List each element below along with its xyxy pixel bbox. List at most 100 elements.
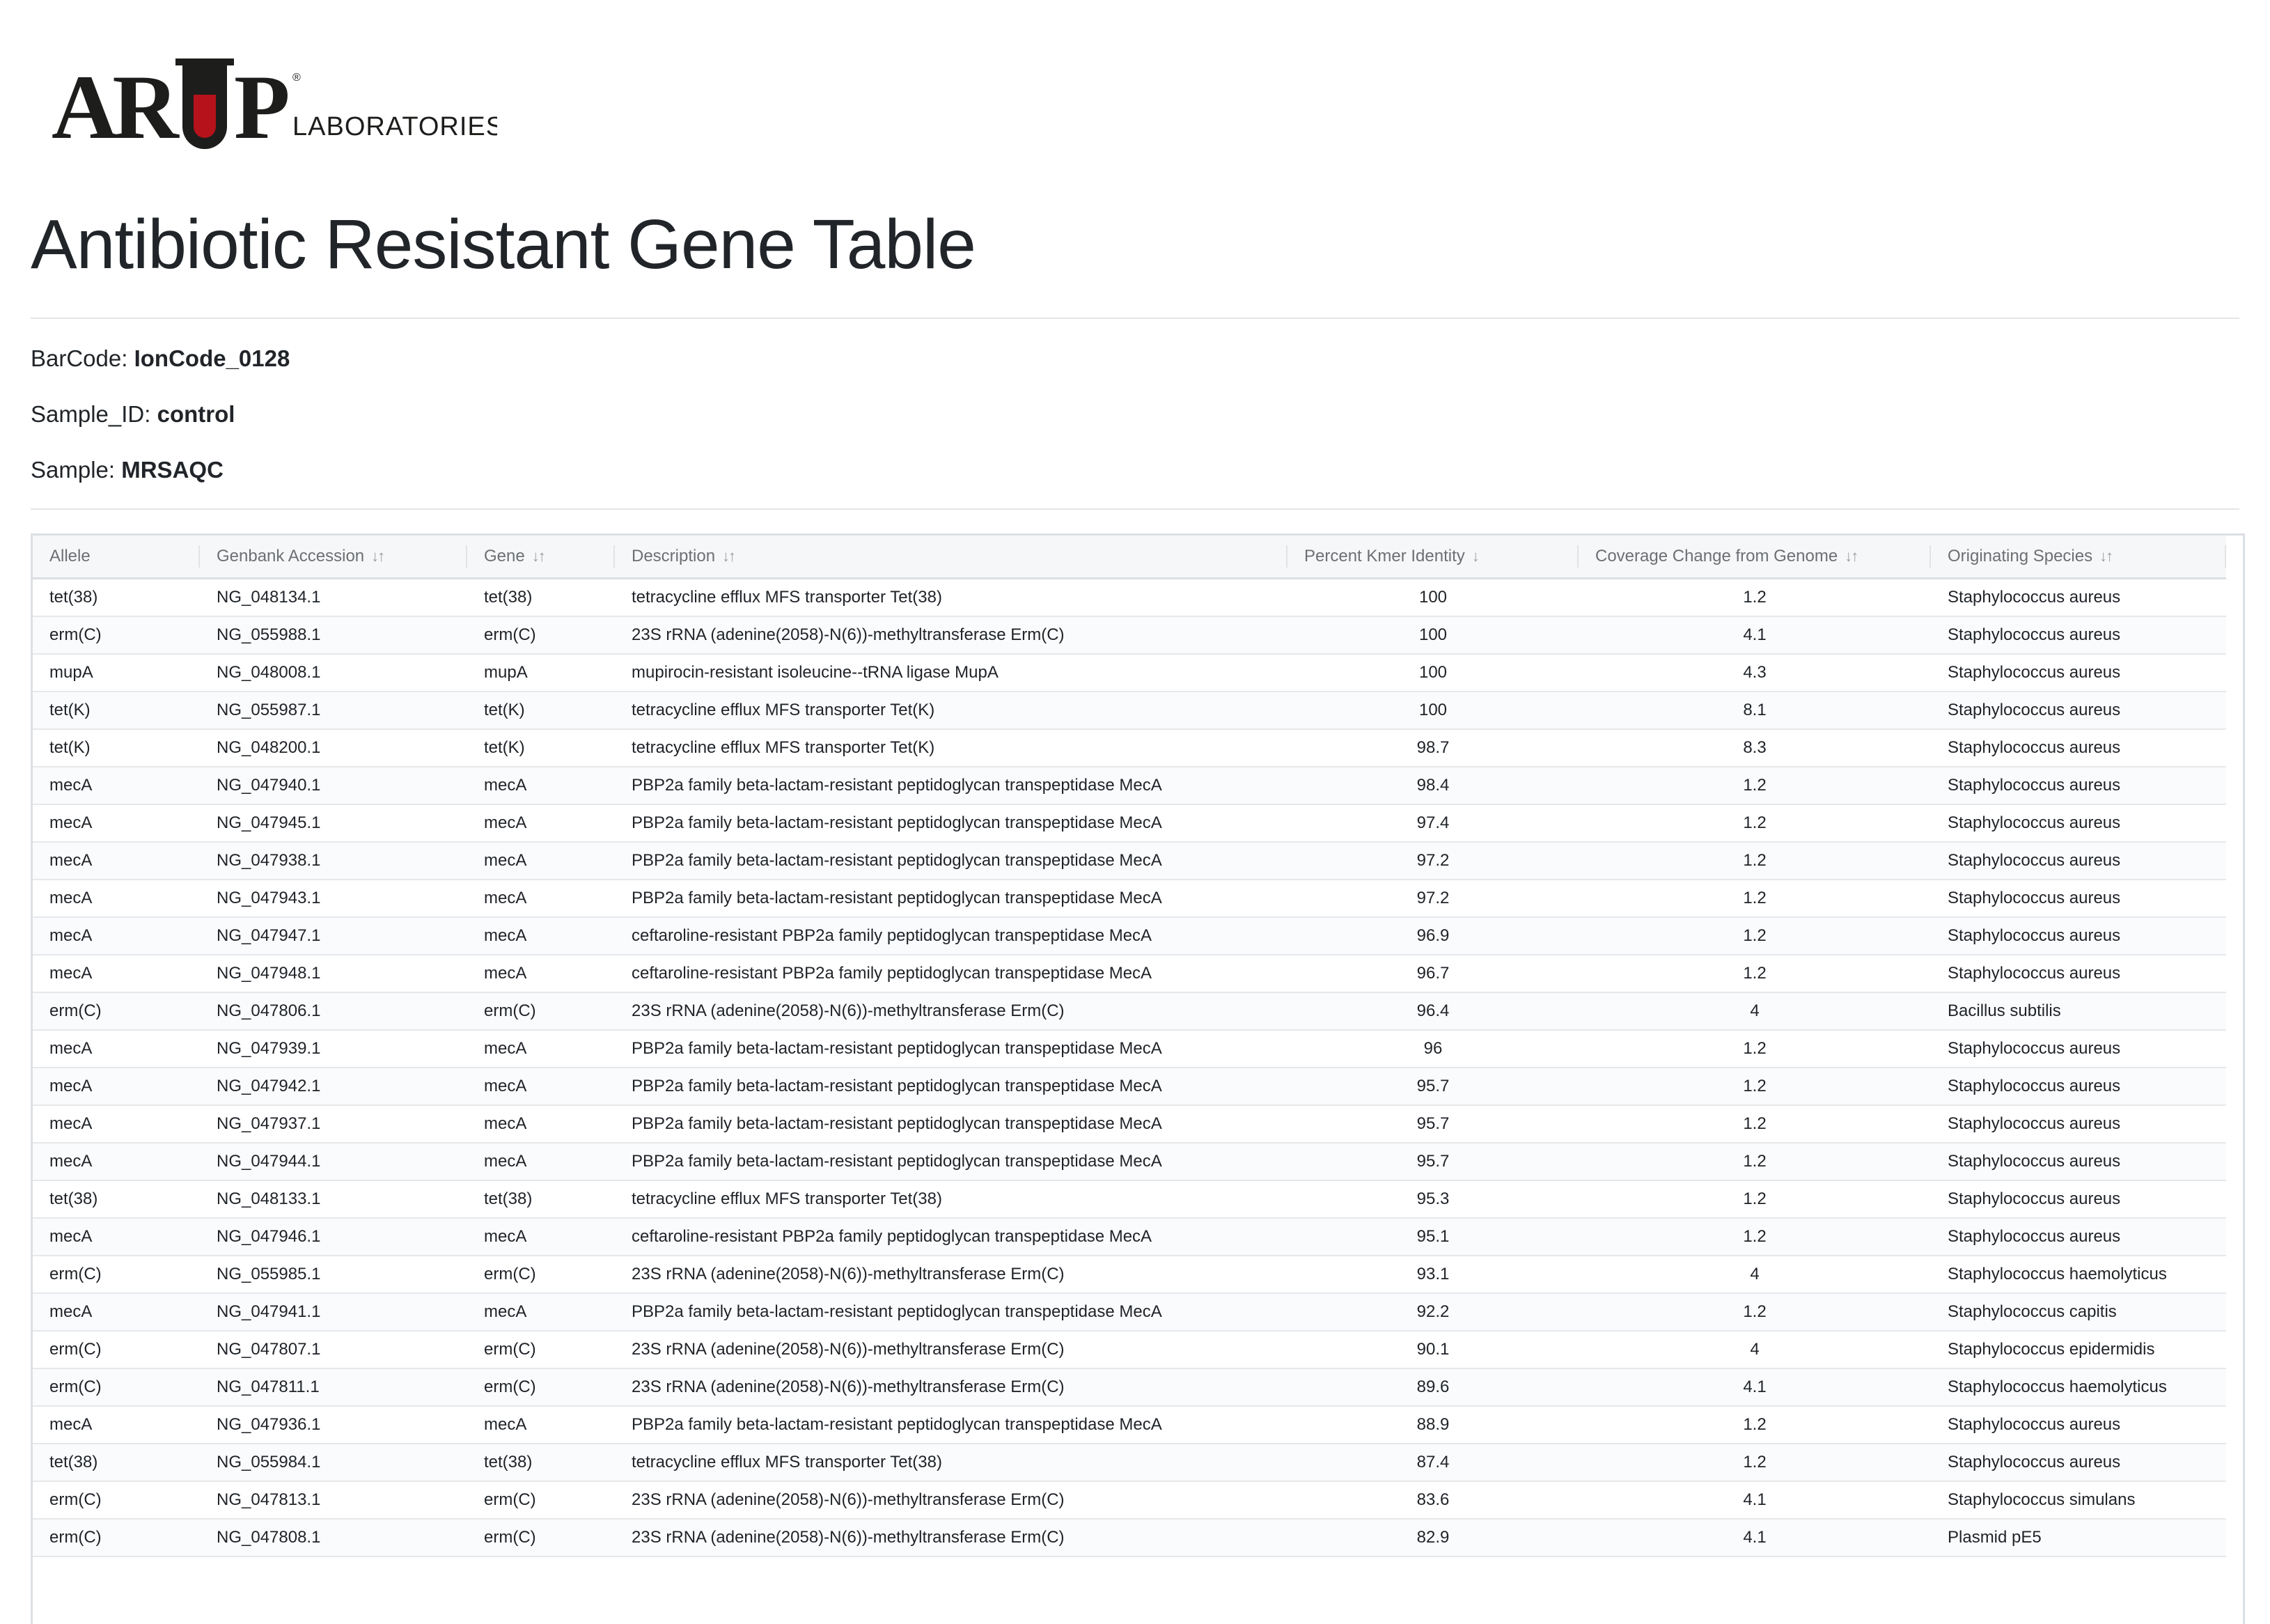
description-cell: PBP2a family beta-lactam-resistant pepti… (615, 766, 1287, 805)
sort-icon[interactable]: ↓↑ (532, 547, 546, 565)
gene-cell: tet(38) (467, 578, 615, 617)
coverage-change-cell: 4.3 (1579, 653, 1931, 692)
accession-cell: NG_048133.1 (200, 1180, 467, 1219)
sort-icon[interactable]: ↓↑ (1845, 547, 1858, 565)
species-cell: Plasmid pE5 (1931, 1518, 2226, 1557)
sort-icon[interactable]: ↓↑ (371, 547, 385, 565)
svg-text:LABORATORIES: LABORATORIES (292, 112, 497, 141)
table-row: mecA NG_047938.1 mecA PBP2a family beta-lac… (33, 841, 2226, 880)
allele-cell: tet(38) (33, 1443, 200, 1482)
accession-cell: NG_047807.1 (200, 1330, 467, 1369)
coverage-change-cell: 8.1 (1579, 691, 1931, 730)
table-row: mecA NG_047948.1 mecA ceftaroline-resistant… (33, 954, 2226, 993)
table-row: mupA NG_048008.1 mupA mupirocin-resistant i… (33, 653, 2226, 692)
gene-cell: mecA (467, 1405, 615, 1444)
species-cell: Staphylococcus aureus (1931, 1443, 2226, 1482)
description-cell: tetracycline efflux MFS transporter Tet(… (615, 1443, 1287, 1482)
barcode-value: IonCode_0128 (134, 345, 290, 371)
coverage-change-cell: 1.2 (1579, 1104, 1931, 1143)
description-cell: PBP2a family beta-lactam-resistant pepti… (615, 804, 1287, 843)
allele-cell: erm(C) (33, 1368, 200, 1407)
barcode-line: BarCode: IonCode_0128 (31, 345, 290, 372)
species-cell: Staphylococcus aureus (1931, 804, 2226, 843)
gene-cell: tet(38) (467, 1443, 615, 1482)
percent-kmer-identity-cell: 98.7 (1287, 728, 1579, 767)
species-cell: Staphylococcus aureus (1931, 653, 2226, 692)
gene-cell: mecA (467, 1293, 615, 1332)
column-header-gene[interactable]: Gene ↓↑ (467, 536, 615, 579)
table-row: mecA NG_047936.1 mecA PBP2a family beta-lac… (33, 1405, 2226, 1444)
column-header-description[interactable]: Description ↓↑ (615, 536, 1287, 579)
column-header-coverage-change[interactable]: Coverage Change from Genome ↓↑ (1579, 536, 1931, 579)
accession-cell: NG_048008.1 (200, 653, 467, 692)
accession-cell: NG_047941.1 (200, 1293, 467, 1332)
svg-text:P: P (234, 56, 290, 158)
accession-cell: NG_047813.1 (200, 1481, 467, 1520)
table-row: mecA NG_047937.1 mecA PBP2a family beta-lac… (33, 1104, 2226, 1143)
column-header-percent-kmer-identity[interactable]: Percent Kmer Identity ↓ (1287, 536, 1579, 579)
species-cell: Staphylococcus haemolyticus (1931, 1368, 2226, 1407)
gene-cell: erm(C) (467, 1368, 615, 1407)
table-row: tet(38) NG_055984.1 tet(38) tetracycline ef… (33, 1443, 2226, 1482)
allele-cell: mupA (33, 653, 200, 692)
sort-icon[interactable]: ↓↑ (722, 547, 736, 565)
species-cell: Staphylococcus aureus (1931, 616, 2226, 655)
accession-cell: NG_055984.1 (200, 1443, 467, 1482)
table-row: erm(C) NG_047808.1 erm(C) 23S rRNA (adenine… (33, 1518, 2226, 1557)
allele-cell: tet(K) (33, 728, 200, 767)
column-header-genbank-accession[interactable]: Genbank Accession ↓↑ (200, 536, 467, 579)
allele-cell: erm(C) (33, 1518, 200, 1557)
description-cell: tetracycline efflux MFS transporter Tet(… (615, 691, 1287, 730)
table-row: mecA NG_047944.1 mecA PBP2a family beta-lac… (33, 1142, 2226, 1181)
coverage-change-cell: 4.1 (1579, 1481, 1931, 1520)
percent-kmer-identity-cell: 97.2 (1287, 841, 1579, 880)
gene-cell: mecA (467, 1217, 615, 1256)
species-cell: Staphylococcus aureus (1931, 841, 2226, 880)
gene-cell: tet(38) (467, 1180, 615, 1219)
coverage-change-cell: 1.2 (1579, 879, 1931, 918)
table-row: erm(C) NG_047813.1 erm(C) 23S rRNA (adenine… (33, 1481, 2226, 1520)
gene-cell: mecA (467, 766, 615, 805)
species-cell: Staphylococcus epidermidis (1931, 1330, 2226, 1369)
species-cell: Staphylococcus aureus (1931, 728, 2226, 767)
accession-cell: NG_047945.1 (200, 804, 467, 843)
accession-cell: NG_047944.1 (200, 1142, 467, 1181)
accession-cell: NG_047943.1 (200, 879, 467, 918)
accession-cell: NG_055987.1 (200, 691, 467, 730)
table-row: mecA NG_047939.1 mecA PBP2a family beta-lac… (33, 1029, 2226, 1068)
table-row: tet(38) NG_048133.1 tet(38) tetracycline ef… (33, 1180, 2226, 1219)
gene-cell: erm(C) (467, 1255, 615, 1294)
accession-cell: NG_055985.1 (200, 1255, 467, 1294)
species-cell: Staphylococcus aureus (1931, 1405, 2226, 1444)
gene-cell: mupA (467, 653, 615, 692)
species-cell: Staphylococcus aureus (1931, 954, 2226, 993)
accession-cell: NG_047808.1 (200, 1518, 467, 1557)
column-header-allele[interactable]: Allele (33, 536, 200, 579)
gene-cell: mecA (467, 1029, 615, 1068)
description-cell: 23S rRNA (adenine(2058)-N(6))-methyltran… (615, 1481, 1287, 1520)
accession-cell: NG_047942.1 (200, 1067, 467, 1106)
column-header-originating-species[interactable]: Originating Species ↓↑ (1931, 536, 2226, 579)
percent-kmer-identity-cell: 87.4 (1287, 1443, 1579, 1482)
species-cell: Staphylococcus aureus (1931, 916, 2226, 955)
allele-cell: tet(K) (33, 691, 200, 730)
sort-icon[interactable]: ↓↑ (2099, 547, 2113, 565)
accession-cell: NG_048200.1 (200, 728, 467, 767)
coverage-change-cell: 4 (1579, 992, 1931, 1031)
description-cell: PBP2a family beta-lactam-resistant pepti… (615, 1104, 1287, 1143)
accession-cell: NG_047939.1 (200, 1029, 467, 1068)
percent-kmer-identity-cell: 93.1 (1287, 1255, 1579, 1294)
coverage-change-cell: 1.2 (1579, 1217, 1931, 1256)
allele-cell: erm(C) (33, 1255, 200, 1294)
percent-kmer-identity-cell: 97.2 (1287, 879, 1579, 918)
description-cell: 23S rRNA (adenine(2058)-N(6))-methyltran… (615, 1255, 1287, 1294)
table-row: erm(C) NG_047806.1 erm(C) 23S rRNA (adenine… (33, 992, 2226, 1031)
species-cell: Staphylococcus aureus (1931, 691, 2226, 730)
description-cell: 23S rRNA (adenine(2058)-N(6))-methyltran… (615, 1368, 1287, 1407)
allele-cell: erm(C) (33, 992, 200, 1031)
allele-cell: mecA (33, 1217, 200, 1256)
table-body: tet(38) NG_048134.1 tet(38) tetracycline ef… (33, 578, 2226, 1557)
accession-cell: NG_055988.1 (200, 616, 467, 655)
sort-descending-icon[interactable]: ↓ (1472, 547, 1480, 565)
percent-kmer-identity-cell: 83.6 (1287, 1481, 1579, 1520)
